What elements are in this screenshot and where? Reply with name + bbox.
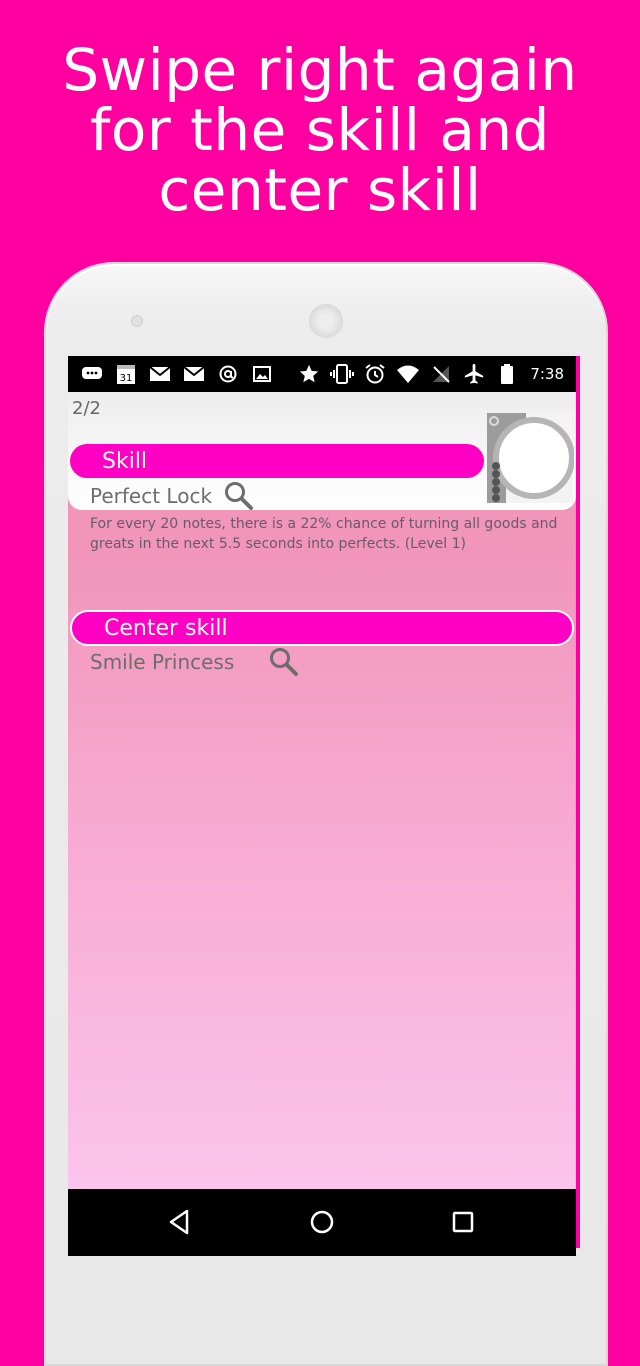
phone-screen: 31 7:38 2/2 Skill Perfect Lock For every… bbox=[68, 356, 576, 1256]
image-icon bbox=[250, 362, 274, 386]
wifi-icon bbox=[396, 362, 420, 386]
phone-sensor bbox=[131, 315, 143, 327]
calendar-icon: 31 bbox=[114, 362, 138, 386]
center-skill-header: Center skill bbox=[70, 610, 574, 646]
navigation-bar bbox=[68, 1189, 576, 1256]
airplane-icon bbox=[462, 362, 486, 386]
skill-header: Skill bbox=[70, 444, 484, 478]
status-time: 7:38 bbox=[530, 365, 564, 383]
page-indicator: 2/2 bbox=[72, 398, 101, 419]
headline-line-2: for the skill and bbox=[89, 96, 550, 164]
recents-icon[interactable] bbox=[448, 1207, 478, 1237]
headline: Swipe right again for the skill and cent… bbox=[0, 40, 640, 220]
back-icon[interactable] bbox=[165, 1207, 195, 1237]
headline-line-1: Swipe right again bbox=[62, 36, 578, 104]
search-icon[interactable] bbox=[223, 480, 255, 512]
center-skill-name: Smile Princess bbox=[90, 650, 235, 674]
search-icon[interactable] bbox=[268, 646, 300, 678]
skill-name: Perfect Lock bbox=[90, 484, 213, 508]
at-icon bbox=[216, 362, 240, 386]
app-content[interactable]: 2/2 Skill Perfect Lock For every 20 note… bbox=[68, 392, 576, 1189]
calendar-day: 31 bbox=[120, 373, 133, 384]
card-image[interactable] bbox=[486, 412, 575, 504]
message-icon bbox=[80, 362, 104, 386]
vibrate-icon bbox=[330, 362, 355, 386]
gmail-icon bbox=[182, 362, 206, 386]
phone-speaker bbox=[309, 304, 343, 338]
screen-edge bbox=[576, 356, 580, 1248]
star-icon bbox=[297, 362, 321, 386]
status-bar: 31 7:38 bbox=[68, 356, 576, 392]
headline-line-3: center skill bbox=[158, 156, 482, 224]
alarm-icon bbox=[363, 362, 387, 386]
battery-icon bbox=[495, 362, 519, 386]
skill-description: For every 20 notes, there is a 22% chanc… bbox=[90, 516, 558, 552]
home-icon[interactable] bbox=[307, 1207, 337, 1237]
gmail-icon bbox=[148, 362, 172, 386]
no-signal-icon bbox=[429, 362, 453, 386]
